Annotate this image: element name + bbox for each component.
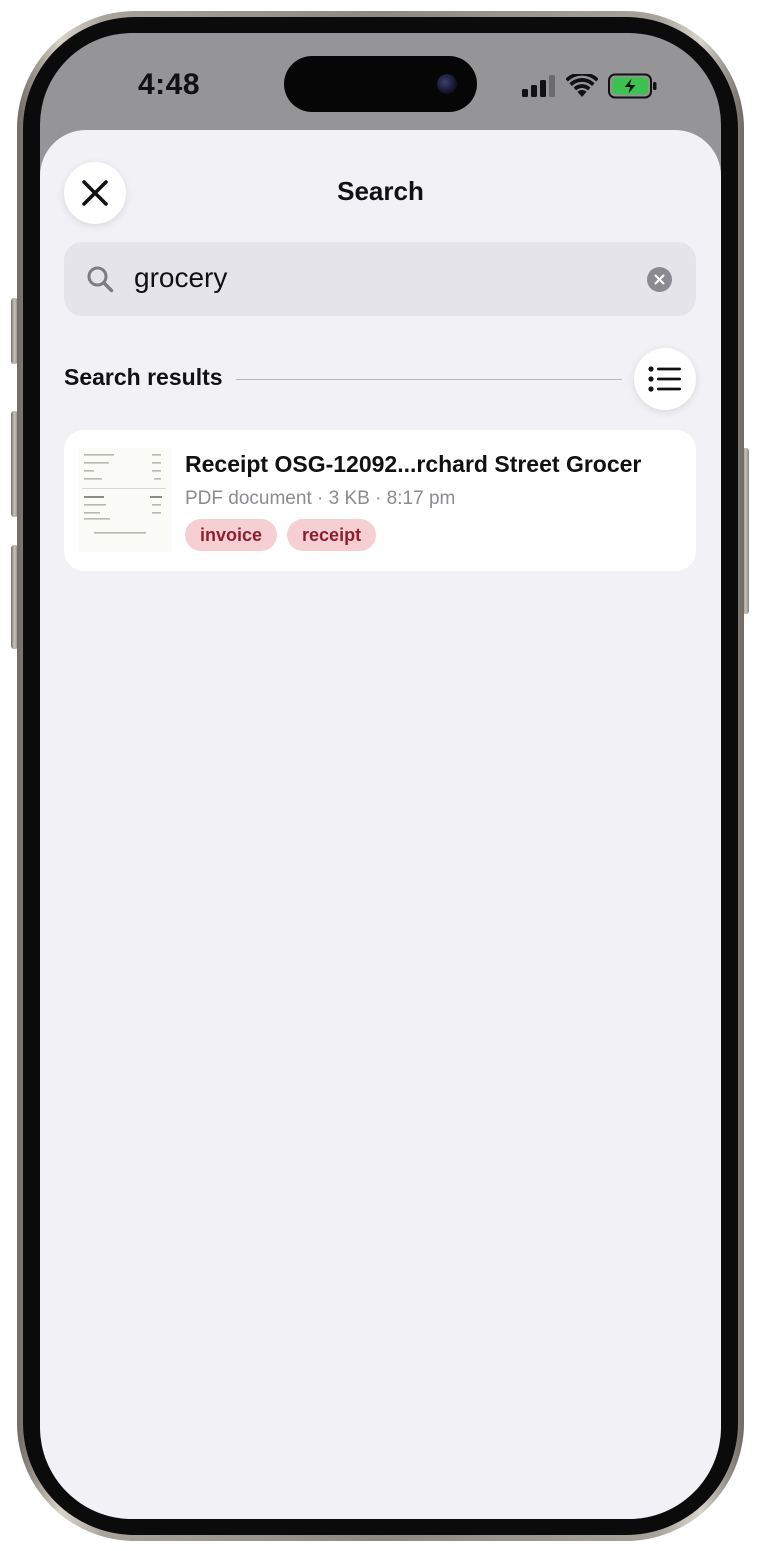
- tag-receipt[interactable]: receipt: [287, 519, 377, 551]
- clear-search-button[interactable]: [647, 267, 672, 292]
- results-label: Search results: [64, 364, 223, 390]
- clear-icon: [654, 274, 665, 285]
- search-input-value: grocery: [134, 262, 228, 293]
- dynamic-island: [284, 56, 477, 112]
- wifi-icon: [566, 74, 598, 97]
- result-title: Receipt OSG-12092...rchard Street Grocer: [185, 451, 642, 477]
- results-header: Search results: [64, 348, 696, 410]
- results-divider: [236, 379, 622, 380]
- cellular-signal-icon: [522, 75, 555, 97]
- screen: 4:48 Search grocery Search results Recei…: [40, 33, 721, 1519]
- list-view-icon: [648, 366, 681, 392]
- tag-invoice[interactable]: invoice: [185, 519, 278, 551]
- result-meta: PDF document · 3 KB · 8:17 pm: [185, 488, 456, 509]
- result-tags: invoice receipt: [185, 519, 377, 551]
- search-input[interactable]: grocery: [64, 242, 696, 316]
- view-mode-button[interactable]: [634, 348, 696, 410]
- status-bar: 4:48: [40, 33, 721, 133]
- page-title: Search: [337, 176, 424, 206]
- list-item[interactable]: Receipt OSG-12092...rchard Street Grocer…: [64, 430, 696, 571]
- document-thumbnail: [78, 448, 172, 552]
- battery-charging-icon: [608, 73, 657, 99]
- search-icon: [87, 266, 114, 293]
- status-time: 4:48: [138, 68, 201, 101]
- status-icons: [522, 73, 658, 99]
- search-sheet: Search grocery Search results Receipt OS…: [40, 130, 721, 1519]
- front-camera: [437, 74, 457, 94]
